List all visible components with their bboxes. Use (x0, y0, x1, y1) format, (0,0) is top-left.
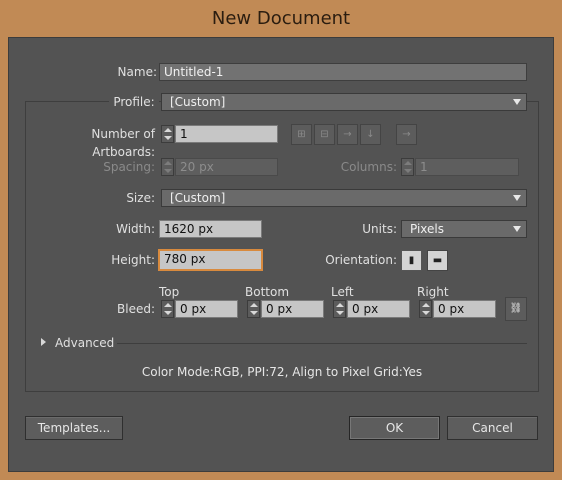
arrow-up-icon (250, 303, 258, 307)
profile-select[interactable]: [Custom] (161, 93, 527, 111)
grid-by-column-icon[interactable]: ⊟ (314, 124, 335, 145)
height-input[interactable]: 780 px (159, 250, 262, 270)
right-to-left-icon[interactable]: → (396, 124, 417, 145)
artboards-stepper[interactable] (161, 125, 174, 143)
templates-button[interactable]: Templates... (25, 416, 123, 440)
bleed-left-input[interactable]: 0 px (347, 300, 410, 318)
arrow-down-icon (164, 311, 172, 315)
bleed-right-input[interactable]: 0 px (433, 300, 496, 318)
units-select[interactable]: Pixels (401, 220, 527, 238)
portrait-orientation-icon[interactable]: ▮ (401, 250, 422, 271)
orientation-label: Orientation: (325, 253, 397, 267)
arrange-by-row-icon[interactable]: → (337, 124, 358, 145)
arrow-down-icon (336, 311, 344, 315)
name-label: Name: (117, 65, 157, 79)
height-label: Height: (111, 253, 155, 267)
bleed-top-label: Top (159, 285, 180, 299)
size-label: Size: (126, 191, 155, 205)
arrow-down-icon (164, 169, 172, 173)
bleed-top-stepper[interactable] (161, 300, 174, 318)
spacing-input[interactable]: 20 px (175, 158, 278, 176)
chevron-down-icon (513, 99, 521, 105)
bleed-right-label: Right (417, 285, 449, 299)
profile-label: Profile: (109, 93, 159, 111)
advanced-divider (117, 343, 527, 344)
width-input[interactable]: 1620 px (159, 220, 262, 238)
artboards-input[interactable]: 1 (175, 125, 278, 143)
arrow-up-icon (164, 303, 172, 307)
arrow-down-icon (164, 136, 172, 140)
columns-input[interactable]: 1 (415, 158, 519, 176)
units-label: Units: (362, 222, 397, 236)
expand-triangle-icon[interactable] (41, 338, 46, 346)
grid-by-row-icon[interactable]: ⊞ (291, 124, 312, 145)
size-select[interactable]: [Custom] (161, 189, 527, 207)
bleed-bottom-label: Bottom (245, 285, 290, 299)
profile-value: [Custom] (170, 95, 226, 109)
arrow-up-icon (164, 161, 172, 165)
new-document-dialog: Name: Untitled-1 Profile: [Custom] Numbe… (8, 37, 554, 472)
advanced-label[interactable]: Advanced (55, 334, 125, 352)
arrow-down-icon (250, 311, 258, 315)
columns-stepper[interactable] (401, 158, 414, 176)
window-title: New Document (211, 8, 351, 29)
link-chain-icon[interactable]: ⛓ (505, 297, 527, 321)
name-input[interactable]: Untitled-1 (159, 63, 527, 81)
artboards-label: Number of Artboards: (91, 127, 155, 159)
units-value: Pixels (410, 222, 445, 236)
size-value: [Custom] (170, 191, 226, 205)
width-label: Width: (116, 222, 155, 236)
chevron-down-icon (513, 195, 521, 201)
chevron-down-icon (513, 226, 521, 232)
bleed-left-label: Left (331, 285, 354, 299)
arrow-up-icon (336, 303, 344, 307)
arrow-up-icon (164, 128, 172, 132)
spacing-label: Spacing: (103, 160, 155, 174)
spacing-stepper[interactable] (161, 158, 174, 176)
bleed-bottom-input[interactable]: 0 px (261, 300, 324, 318)
bleed-label: Bleed: (117, 302, 155, 316)
arrow-up-icon (422, 303, 430, 307)
landscape-orientation-icon[interactable]: ▬ (427, 250, 448, 271)
arrow-down-icon (404, 169, 412, 173)
arrow-down-icon (422, 311, 430, 315)
cancel-button[interactable]: Cancel (447, 416, 538, 440)
columns-label: Columns: (340, 160, 397, 174)
document-info-text: Color Mode:RGB, PPI:72, Align to Pixel G… (141, 365, 423, 379)
bleed-left-stepper[interactable] (333, 300, 346, 318)
bleed-right-stepper[interactable] (419, 300, 432, 318)
arrange-by-column-icon[interactable]: ↓ (360, 124, 381, 145)
bleed-bottom-stepper[interactable] (247, 300, 260, 318)
arrow-up-icon (404, 161, 412, 165)
ok-button[interactable]: OK (349, 416, 440, 440)
bleed-top-input[interactable]: 0 px (175, 300, 238, 318)
